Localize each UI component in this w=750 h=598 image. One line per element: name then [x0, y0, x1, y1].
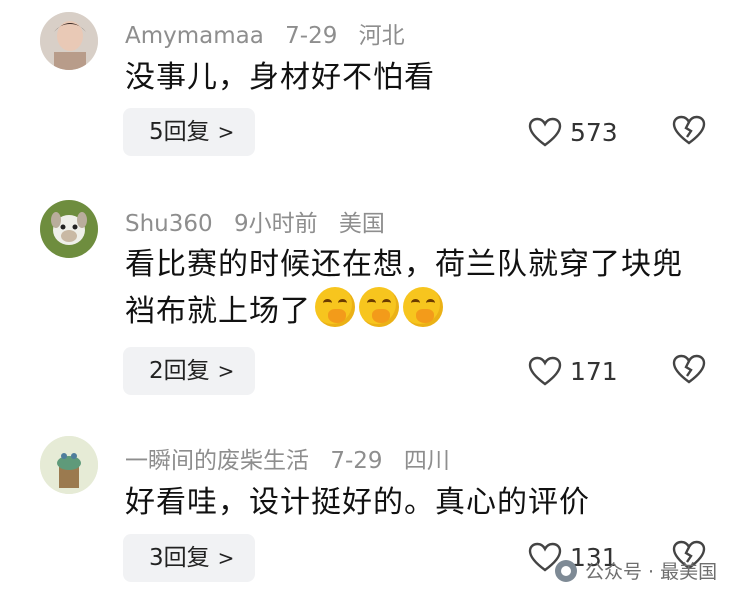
chevron-right-icon: >	[217, 120, 235, 144]
face-with-hand-over-mouth-emoji	[403, 287, 443, 327]
like-count: 171	[570, 356, 618, 386]
comment-meta: Shu360 9小时前 美国	[125, 204, 399, 238]
dislike-button[interactable]	[672, 115, 706, 149]
replies-button[interactable]: 3回复 >	[123, 534, 255, 582]
comment-text: 没事儿，身材好不怕看	[125, 60, 435, 95]
heart-outline-icon	[528, 117, 562, 147]
username[interactable]: Amymamaa	[125, 23, 264, 49]
comment-text: 好看哇，设计挺好的。真心的评价	[125, 485, 590, 520]
like-count: 573	[570, 117, 618, 147]
comment-date: 7-29	[330, 448, 383, 474]
comment-location: 四川	[403, 448, 450, 474]
replies-button[interactable]: 5回复 >	[123, 108, 255, 156]
face-with-hand-over-mouth-emoji	[315, 287, 355, 327]
replies-label: 3回复	[149, 545, 210, 571]
broken-heart-icon	[672, 354, 706, 384]
comment-date: 9小时前	[233, 211, 318, 237]
chevron-right-icon: >	[217, 359, 235, 383]
comment-location: 河北	[358, 23, 405, 49]
replies-label: 5回复	[149, 119, 210, 145]
avatar[interactable]	[40, 12, 98, 70]
dislike-button[interactable]	[672, 354, 706, 388]
avatar[interactable]	[40, 200, 98, 258]
replies-label: 2回复	[149, 358, 210, 384]
watermark: 公众号 · 最美国	[555, 557, 717, 584]
face-with-hand-over-mouth-emoji	[359, 287, 399, 327]
like-button[interactable]: 171	[528, 351, 618, 391]
broken-heart-icon	[672, 115, 706, 145]
comment-meta: 一瞬间的废柴生活 7-29 四川	[125, 441, 464, 475]
avatar[interactable]	[40, 436, 98, 494]
watermark-text: 公众号 · 最美国	[585, 561, 718, 583]
like-button[interactable]: 573	[528, 112, 618, 152]
chevron-right-icon: >	[217, 546, 235, 570]
comment-meta: Amymamaa 7-29 河北	[125, 16, 419, 50]
username[interactable]: 一瞬间的废柴生活	[125, 448, 309, 474]
comment-date: 7-29	[285, 23, 338, 49]
comment-text-body: 看比赛的时候还在想，荷兰队就穿了块兜裆布就上场了	[125, 247, 683, 329]
heart-outline-icon	[528, 356, 562, 386]
username[interactable]: Shu360	[125, 211, 213, 237]
replies-button[interactable]: 2回复 >	[123, 347, 255, 395]
comment-location: 美国	[338, 211, 385, 237]
comment-text: 看比赛的时候还在想，荷兰队就穿了块兜裆布就上场了	[125, 242, 705, 334]
wechat-official-account-icon	[555, 559, 577, 582]
